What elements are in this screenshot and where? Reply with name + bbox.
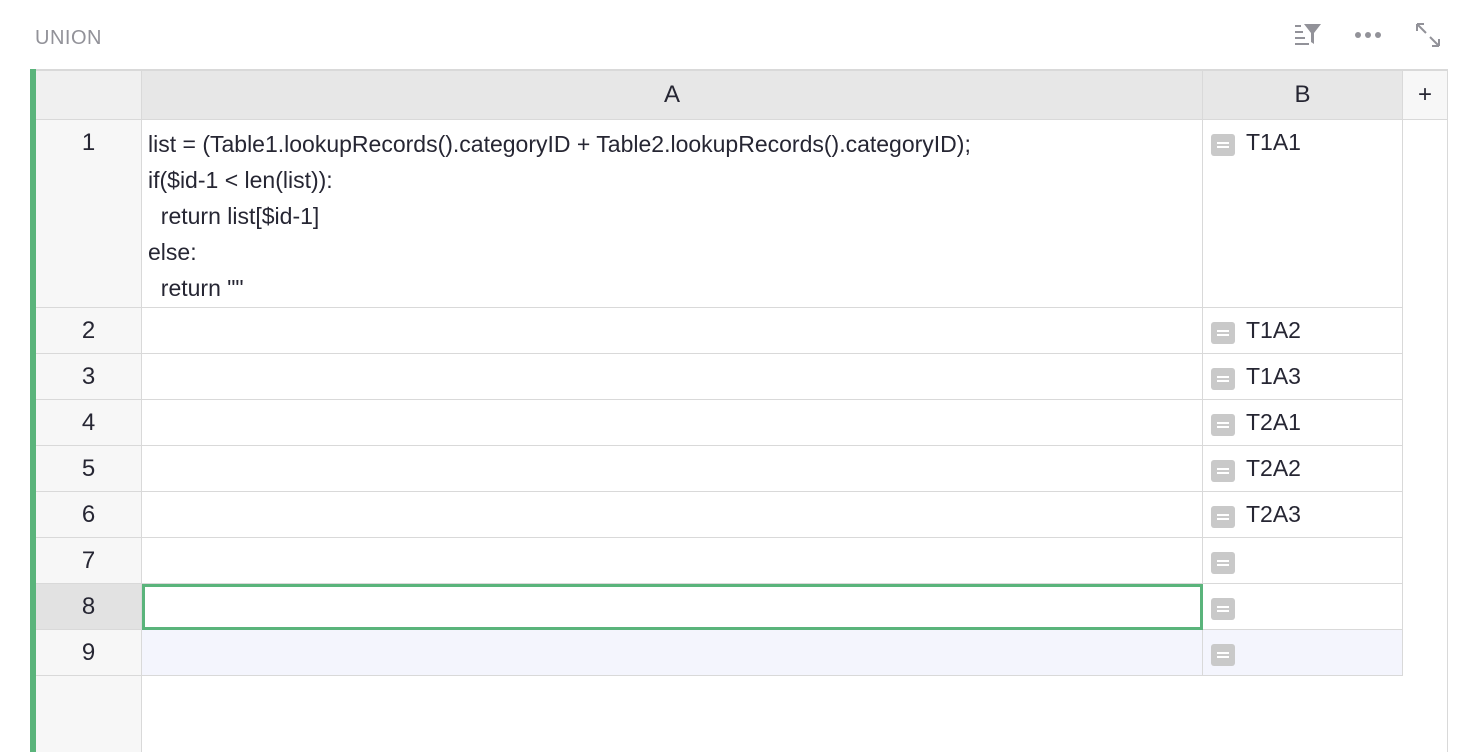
cell-b-value: T2A2 <box>1246 455 1301 481</box>
cell-a[interactable]: list = (Table1.lookupRecords().categoryI… <box>142 120 1203 308</box>
reference-icon <box>1211 644 1235 666</box>
add-row: 9 <box>36 630 1403 676</box>
row-number[interactable]: 4 <box>36 400 142 446</box>
cell-b[interactable]: T2A1 <box>1203 400 1403 446</box>
reference-icon <box>1211 552 1235 574</box>
cell-a[interactable] <box>142 354 1203 400</box>
row-number[interactable]: 6 <box>36 492 142 538</box>
expand-icon[interactable] <box>1411 20 1445 50</box>
column-header-a[interactable]: A <box>142 69 1203 120</box>
row-number[interactable]: 7 <box>36 538 142 584</box>
more-icon[interactable] <box>1351 20 1385 50</box>
table-row: 6 T2A3 <box>36 492 1403 538</box>
table-row: 2 T1A2 <box>36 308 1403 354</box>
table-row: 8 <box>36 584 1403 630</box>
add-column-button[interactable]: + <box>1403 69 1448 120</box>
table-row: 3 T1A3 <box>36 354 1403 400</box>
reference-icon <box>1211 598 1235 620</box>
row-number[interactable]: 1 <box>36 120 142 308</box>
cell-b[interactable] <box>1203 630 1403 676</box>
sort-filter-icon[interactable] <box>1291 20 1325 50</box>
cell-b[interactable]: T2A2 <box>1203 446 1403 492</box>
cell-a[interactable] <box>142 446 1203 492</box>
row-number[interactable]: 3 <box>36 354 142 400</box>
table-row: 4 T2A1 <box>36 400 1403 446</box>
grid-corner[interactable] <box>36 69 142 120</box>
cell-b-value: T2A1 <box>1246 409 1301 435</box>
cell-a[interactable] <box>142 630 1203 676</box>
column-header-b[interactable]: B <box>1203 69 1403 120</box>
row-number-gutter <box>36 676 142 752</box>
cell-selection-cursor <box>142 584 1203 630</box>
cell-b[interactable]: T1A2 <box>1203 308 1403 354</box>
cell-b[interactable]: T1A1 <box>1203 120 1403 308</box>
cell-a[interactable] <box>142 400 1203 446</box>
cell-b[interactable] <box>1203 584 1403 630</box>
cell-b[interactable] <box>1203 538 1403 584</box>
cell-b[interactable]: T1A3 <box>1203 354 1403 400</box>
reference-icon <box>1211 322 1235 344</box>
cell-b-value: T1A2 <box>1246 317 1301 343</box>
table-row: 1 list = (Table1.lookupRecords().categor… <box>36 120 1403 308</box>
grid-right-gutter <box>1403 120 1448 752</box>
row-number[interactable]: 5 <box>36 446 142 492</box>
cell-a[interactable] <box>142 308 1203 354</box>
cell-b[interactable]: T2A3 <box>1203 492 1403 538</box>
row-number[interactable]: 9 <box>36 630 142 676</box>
cell-a[interactable] <box>142 492 1203 538</box>
formula-text: list = (Table1.lookupRecords().categoryI… <box>148 131 971 301</box>
cell-b-value: T1A1 <box>1246 129 1301 155</box>
table-row: 7 <box>36 538 1403 584</box>
section-title: UNION <box>35 27 102 49</box>
row-number[interactable]: 2 <box>36 308 142 354</box>
reference-icon <box>1211 368 1235 390</box>
reference-icon <box>1211 134 1235 156</box>
cell-b-value: T1A3 <box>1246 363 1301 389</box>
reference-icon <box>1211 460 1235 482</box>
data-grid: A B + 1 list = (Table1.lookupRecords().c… <box>36 69 1448 752</box>
table-row: 5 T2A2 <box>36 446 1403 492</box>
cell-b-value: T2A3 <box>1246 501 1301 527</box>
cell-a[interactable] <box>142 538 1203 584</box>
reference-icon <box>1211 506 1235 528</box>
reference-icon <box>1211 414 1235 436</box>
row-number[interactable]: 8 <box>36 584 142 630</box>
